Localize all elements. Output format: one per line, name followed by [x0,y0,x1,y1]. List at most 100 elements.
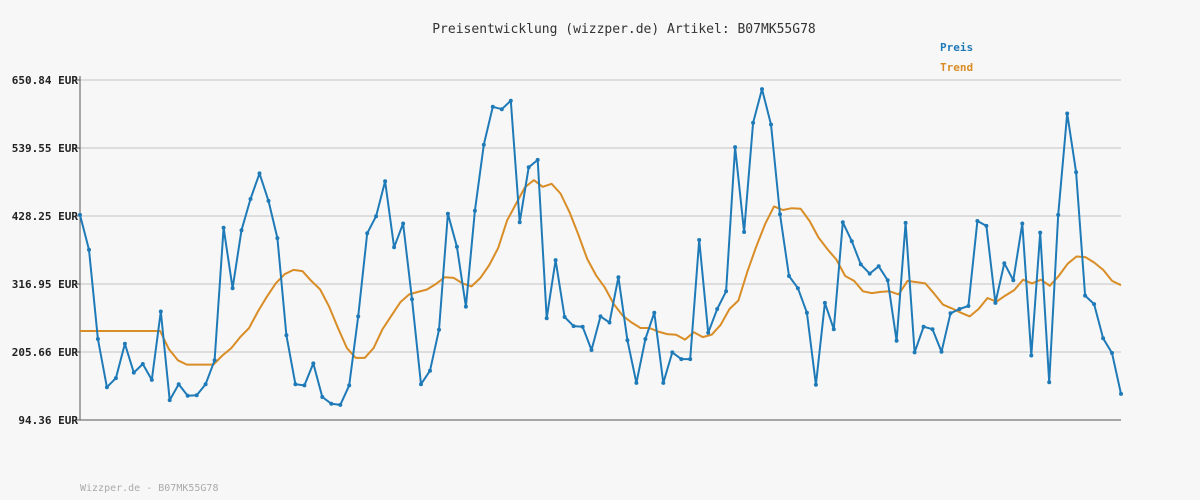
preis-point [284,333,289,338]
preis-point [840,220,845,225]
preis-point [212,358,217,363]
preis-point [1029,353,1034,358]
preis-point [463,304,468,309]
legend-preis: Preis [940,41,973,54]
preis-point [804,310,809,315]
preis-point [813,382,818,387]
preis-point [437,327,441,332]
preis-point [930,327,935,332]
preis-point [302,383,307,388]
y-tick-label: 428.25 EUR [12,210,79,223]
preis-point [912,350,917,355]
series-layer [78,87,1123,407]
preis-point [822,300,827,305]
preis-point [544,316,549,321]
preis-point [697,238,702,242]
preis-point [715,307,720,311]
preis-point [751,120,756,125]
preis-point [428,368,432,373]
preis-point [625,338,630,343]
preis-point [392,245,397,250]
preis-point [1074,170,1079,175]
preis-point [894,338,899,343]
preis-point [275,236,280,241]
preis-point [1020,221,1025,226]
preis-point [194,393,199,398]
preis-point [122,341,127,346]
preis-point [993,300,998,305]
preis-point [167,398,172,403]
preis-point [724,289,729,294]
preis-point [365,231,370,236]
preis-point [858,262,863,267]
preis-point [104,385,109,390]
preis-point [266,198,271,203]
preis-point [239,228,244,233]
preis-point [356,314,361,319]
price-chart: Preisentwicklung (wizzper.de) Artikel: B… [12,22,1123,494]
preis-point [374,214,379,219]
preis-point [185,393,190,398]
preis-point [230,286,235,291]
preis-point [320,395,325,399]
preis-point [778,212,782,217]
preis-point [517,220,522,225]
preis-point [876,264,881,269]
preis-point [472,208,477,213]
preis-point [526,165,531,170]
preis-point [257,171,262,176]
preis-point [921,324,926,329]
preis-point [607,320,612,325]
preis-point [454,244,459,249]
preis-point [1083,293,1088,298]
preis-point [939,349,944,354]
preis-point [598,314,603,319]
preis-point [769,122,773,127]
preis-point [670,350,675,355]
preis-point [562,315,567,319]
trend-line [80,179,1122,366]
chart-frame: Preisentwicklung (wizzper.de) Artikel: B… [0,0,1200,500]
grid-layer [80,79,1121,353]
preis-point [1011,278,1016,283]
preis-point [1038,230,1043,235]
preis-point [95,337,100,341]
preis-point [706,330,711,335]
legend-trend: Trend [940,61,973,74]
preis-point [966,304,971,308]
preis-point [203,382,208,387]
preis-point [742,230,747,234]
y-tick-label: 539.55 EUR [12,142,79,155]
preis-point [87,247,91,252]
preis-point [571,324,576,329]
preis-point [885,278,890,283]
preis-point [948,311,953,316]
preis-point [401,221,406,226]
preis-point [221,225,226,230]
preis-point [499,107,504,112]
footer-text: Wizzper.de - B07MK55G78 [80,483,218,494]
preis-point [131,370,136,375]
y-tick-label: 94.36 EUR [18,414,78,427]
preis-line [79,88,1122,406]
preis-point [293,382,298,387]
preis-point [580,324,585,329]
preis-point [679,357,684,362]
preis-point [347,383,352,388]
preis-point [490,104,495,109]
preis-point [508,98,513,103]
preis-point [787,274,791,278]
preis-point [1092,302,1097,307]
preis-point [445,211,450,216]
preis-point [867,271,872,276]
y-tick-label: 650.84 EUR [12,74,79,87]
preis-point [1056,212,1061,217]
preis-point [383,179,388,184]
preis-point [419,382,423,387]
preis-point [849,239,854,244]
preis-point [688,357,693,362]
preis-point [1047,380,1052,385]
preis-point [553,258,558,263]
y-tick-label: 205.66 EUR [12,346,79,359]
preis-point [311,361,316,366]
